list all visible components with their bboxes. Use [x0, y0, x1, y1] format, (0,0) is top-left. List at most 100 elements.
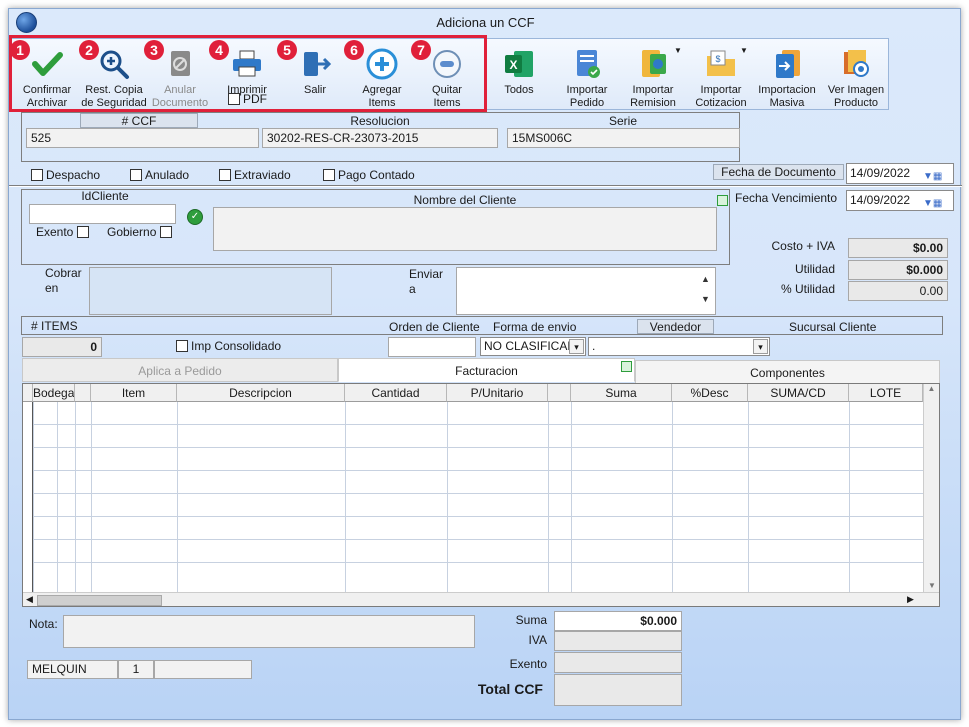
nota-field[interactable]: [63, 615, 475, 648]
remove-items-button[interactable]: Quitar Items: [422, 47, 472, 110]
exit-button[interactable]: Salir: [293, 47, 337, 97]
sucursal-cliente-label: Sucursal Cliente: [789, 320, 877, 334]
cobrar-en-field[interactable]: [89, 267, 332, 315]
costo-iva-value: $0.00: [848, 238, 948, 258]
badge-4: 4: [209, 40, 229, 60]
gobierno-checkbox[interactable]: Gobierno: [107, 225, 175, 239]
serie-label: Serie: [608, 114, 637, 128]
tab-aplica-pedido[interactable]: Aplica a Pedido: [22, 358, 338, 382]
col-pct-desc[interactable]: %Desc: [672, 384, 748, 402]
validate-client-icon[interactable]: ✓: [187, 209, 203, 225]
user-extra-field: [154, 660, 252, 679]
chevron-down-icon: ▾: [753, 339, 768, 354]
import-order-button[interactable]: Importar Pedido: [562, 47, 612, 110]
total-ccf-value: [554, 674, 682, 706]
total-ccf-label: Total CCF: [477, 681, 543, 697]
note-icon: [621, 361, 632, 372]
pdf-checkbox[interactable]: PDF: [228, 92, 267, 106]
chevron-down-icon: ▾: [569, 339, 584, 354]
col-suma[interactable]: Suma: [571, 384, 672, 402]
tab-facturacion[interactable]: Facturacion: [338, 358, 635, 382]
calendar-dropdown-icon[interactable]: ▼▦: [923, 194, 951, 209]
tab-componentes[interactable]: Componentes: [635, 360, 940, 384]
nombre-cliente-field[interactable]: [213, 207, 717, 251]
view-product-image-button[interactable]: Ver Imagen Producto: [825, 47, 887, 110]
remision-dropdown-arrow-icon[interactable]: ▼: [674, 46, 682, 55]
col-blank-2[interactable]: [548, 384, 571, 402]
vertical-scrollbar[interactable]: ▲ ▼: [923, 384, 939, 592]
col-bodega[interactable]: Bodega: [33, 384, 75, 402]
user-number-field: 1: [118, 660, 154, 679]
col-blank-1[interactable]: [75, 384, 91, 402]
svg-text:X: X: [509, 58, 517, 72]
void-document-icon: [163, 47, 197, 81]
col-cantidad[interactable]: Cantidad: [345, 384, 447, 402]
imp-consolidado-checkbox[interactable]: Imp Consolidado: [176, 339, 281, 353]
exento-checkbox[interactable]: Exento: [36, 225, 92, 239]
note-icon[interactable]: [717, 195, 728, 206]
import-remision-button[interactable]: Importar Remision: [627, 47, 679, 110]
user-field: MELQUIN: [27, 660, 118, 679]
suma-value: $0.000: [554, 611, 682, 631]
iva-label: IVA: [528, 633, 547, 647]
window-title: Adiciona un CCF: [436, 15, 535, 30]
utilidad-label: Utilidad: [794, 262, 835, 276]
badge-2: 2: [79, 40, 99, 60]
pct-utilidad-label: % Utilidad: [780, 282, 835, 296]
vendedor-select[interactable]: . ▾: [588, 337, 770, 356]
anulado-checkbox[interactable]: Anulado: [130, 168, 189, 182]
fecha-documento-field[interactable]: 14/09/2022 ▼▦: [846, 163, 954, 184]
add-items-button[interactable]: Agregar Items: [354, 47, 410, 110]
ccf-label: # CCF: [80, 113, 198, 128]
resolucion-label: Resolucion: [350, 114, 410, 128]
bulk-import-button[interactable]: Importacion Masiva: [757, 47, 817, 110]
enviar-scroll-icon[interactable]: ▲ ▼: [701, 269, 710, 309]
pago-contado-checkbox[interactable]: Pago Contado: [323, 168, 415, 182]
utilidad-value: $0.000: [848, 260, 948, 280]
checkmark-icon: [30, 47, 64, 81]
calendar-dropdown-icon[interactable]: ▼▦: [923, 167, 951, 182]
fecha-documento-label: Fecha de Documento: [713, 164, 844, 180]
export-all-button[interactable]: X Todos: [499, 47, 539, 97]
orden-cliente-field[interactable]: [388, 337, 476, 357]
enviar-a-field[interactable]: [456, 267, 716, 315]
divider: [9, 185, 962, 187]
fecha-vencimiento-field[interactable]: 14/09/2022 ▼▦: [846, 190, 954, 211]
orden-cliente-label: Orden de Cliente: [389, 320, 480, 334]
svg-text:$: $: [715, 54, 720, 64]
scroll-thumb[interactable]: [37, 595, 162, 606]
badge-7: 7: [411, 40, 431, 60]
iva-value: [554, 631, 682, 651]
forma-envio-select[interactable]: NO CLASIFICAD ▾: [480, 337, 586, 356]
serie-field[interactable]: 15MS006C: [507, 128, 740, 148]
ccf-number-field[interactable]: 525: [26, 128, 259, 148]
col-suma-cd[interactable]: SUMA/CD: [748, 384, 849, 402]
col-punitario[interactable]: P/Unitario: [447, 384, 548, 402]
fecha-vencimiento-label: Fecha Vencimiento: [735, 191, 838, 205]
resolucion-field[interactable]: 30202-RES-CR-23073-2015: [262, 128, 498, 148]
vendedor-label: Vendedor: [637, 319, 714, 334]
col-item[interactable]: Item: [91, 384, 177, 402]
nombre-cliente-label: Nombre del Cliente: [413, 193, 517, 207]
badge-6: 6: [344, 40, 364, 60]
cobrar-en-label: Cobrar en: [45, 266, 82, 295]
import-quote-button[interactable]: $ Importar Cotizacion: [693, 47, 749, 110]
forma-envio-label: Forma de envio: [493, 320, 577, 334]
extraviado-checkbox[interactable]: Extraviado: [219, 168, 291, 182]
exit-door-icon: [298, 47, 332, 81]
row-selector-header: [23, 384, 33, 402]
import-order-icon: [570, 47, 604, 81]
row-selector-column: [23, 402, 33, 592]
quote-dropdown-arrow-icon[interactable]: ▼: [740, 46, 748, 55]
idcliente-field[interactable]: [29, 204, 176, 224]
minus-circle-icon: [430, 47, 464, 81]
col-lote[interactable]: LOTE: [849, 384, 923, 402]
main-window: Adiciona un CCF Confirmar Archivar 1 Res…: [8, 8, 962, 720]
printer-icon: [230, 47, 264, 81]
horizontal-scrollbar[interactable]: ◀ ▶: [23, 592, 939, 606]
col-descripcion[interactable]: Descripcion: [177, 384, 345, 402]
idcliente-label: IdCliente: [81, 189, 129, 203]
suma-label: Suma: [515, 613, 547, 627]
despacho-checkbox[interactable]: Despacho: [31, 168, 100, 182]
items-grid[interactable]: Bodega Item Descripcion Cantidad P/Unita…: [22, 383, 940, 607]
